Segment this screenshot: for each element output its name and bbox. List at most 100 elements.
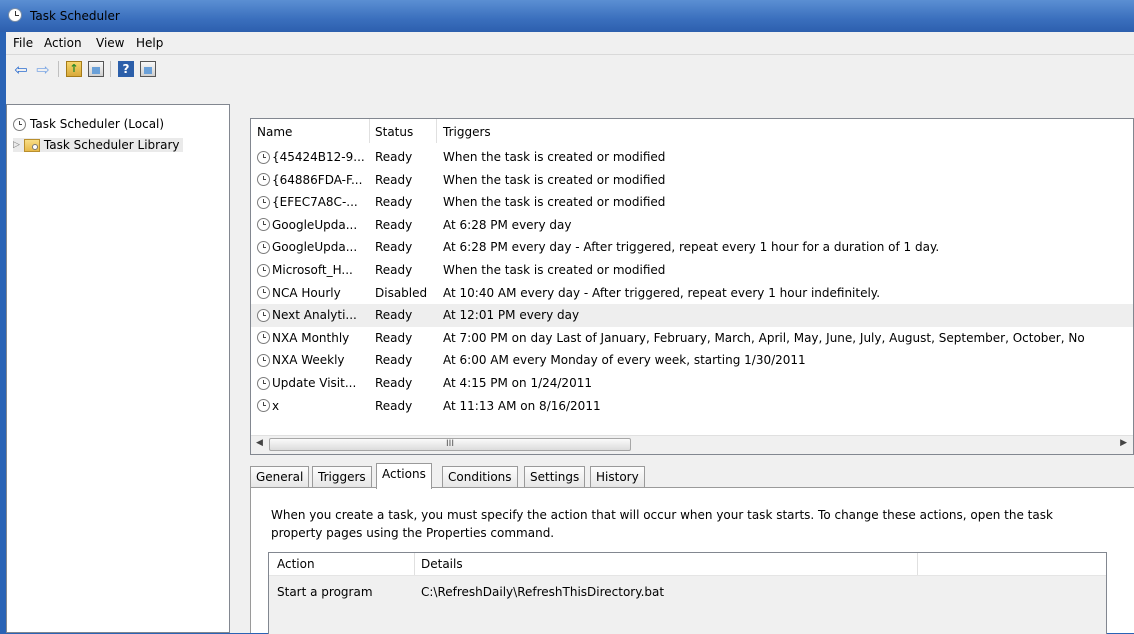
tab-general[interactable]: General [250,466,310,487]
table-row[interactable]: Update Visit... Ready At 4:15 PM on 1/24/2… [251,372,1133,395]
table-row[interactable]: NCA Hourly Disabled At 10:40 AM every day … [251,282,1133,305]
table-row[interactable]: {45424B12-9... Ready When the task is crea… [251,146,1133,169]
task-clock-icon [257,376,270,390]
table-row[interactable]: {EFEC7A8C-... Ready When the task is creat… [251,191,1133,214]
column-divider[interactable] [369,119,370,143]
table-row[interactable]: Next Analyti... Ready At 12:01 PM every da… [251,304,1133,328]
table-row[interactable]: Microsoft_H... Ready When the task is crea… [251,259,1133,282]
task-status: Ready [375,217,413,232]
task-trigger: When the task is created or modified [443,263,666,277]
table-row[interactable]: GoogleUpda... Ready At 6:28 PM every day [251,214,1133,237]
menu-file[interactable]: File [13,36,33,50]
task-trigger: At 6:00 AM every Monday of every week, s… [443,353,806,368]
actions-description: When you create a task, you must specify… [271,508,1053,540]
task-clock-icon [257,195,270,209]
back-button[interactable]: ⇦ [11,59,31,79]
task-name: NXA Weekly [272,353,345,368]
column-divider[interactable] [917,553,918,575]
table-row[interactable]: NXA Weekly Ready At 6:00 AM every Monday o… [251,349,1133,372]
expand-triangle-icon[interactable]: ▷ [13,140,20,150]
show-hide-console-tree-button[interactable] [86,59,106,79]
table-row[interactable]: Start a program C:\RefreshDaily\RefreshT… [269,576,1106,634]
task-trigger: At 4:15 PM on 1/24/2011 [443,376,592,390]
table-row[interactable]: {64886FDA-F... Ready When the task is crea… [251,169,1133,192]
horizontal-scrollbar[interactable]: ◀ III ▶ [251,435,1133,454]
task-status: Ready [375,376,413,390]
task-clock-icon [257,150,270,164]
actions-table: Action Details Start a program C:\Refres… [268,552,1107,634]
menu-action[interactable]: Action [44,36,82,50]
table-row[interactable]: NXA Monthly Ready At 7:00 PM on day Last o… [251,327,1133,350]
task-name-cell: Next Analyti... [257,308,357,322]
task-name: Update Visit... [272,376,357,390]
task-name: Microsoft_H... [272,263,353,277]
task-clock-icon [257,399,270,413]
task-clock-icon [257,308,270,322]
task-name: {64886FDA-F... [272,172,363,187]
task-status: Ready [375,195,413,210]
scroll-left-icon[interactable]: ◀ [256,438,263,448]
table-row[interactable]: x Ready At 11:13 AM on 8/16/2011 [251,395,1133,418]
toolbar: ⇦ ⇨ ↑ ? [6,55,1134,104]
clock-icon [13,117,26,131]
task-trigger: At 11:13 AM on 8/16/2011 [443,398,601,413]
task-name-cell: GoogleUpda... [257,218,357,232]
column-divider[interactable] [436,119,437,143]
task-name-cell: {64886FDA-F... [257,173,362,187]
scroll-thumb[interactable]: III [269,438,631,451]
scroll-right-icon[interactable]: ▶ [1120,438,1127,448]
task-clock-icon [257,218,270,232]
column-header-name[interactable]: Name [257,125,292,143]
task-name: GoogleUpda... [272,217,358,232]
tab-triggers[interactable]: Triggers [312,466,372,487]
task-status: Ready [375,240,413,255]
task-status: Ready [375,172,413,187]
show-hide-action-pane-button[interactable] [138,59,158,79]
forward-arrow-icon: ⇨ [36,59,50,79]
column-header-triggers[interactable]: Triggers [443,125,491,143]
actions-tab-page: When you create a task, you must specify… [250,487,1134,634]
up-folder-icon: ↑ [66,61,82,77]
toolbar-separator [58,61,59,77]
task-name-cell: GoogleUpda... [257,240,357,254]
help-icon: ? [118,61,134,77]
task-name-cell: NXA Weekly [257,353,345,367]
task-trigger: At 7:00 PM on day Last of January, Febru… [443,330,1085,345]
column-header-details[interactable]: Details [421,557,463,571]
task-name: {EFEC7A8C-... [272,195,358,210]
column-header-status[interactable]: Status [375,125,413,143]
task-trigger: At 10:40 AM every day - After triggered,… [443,285,881,300]
window-title: Task Scheduler [30,9,120,23]
tree-library-label: Task Scheduler Library [43,138,180,152]
action-type: Start a program [277,585,373,599]
table-row[interactable]: GoogleUpda... Ready At 6:28 PM every day -… [251,236,1133,259]
task-name: NXA Monthly [272,330,350,345]
task-trigger: At 12:01 PM every day [443,308,580,323]
task-trigger: When the task is created or modified [443,195,666,210]
task-name: x [272,398,280,413]
task-status: Ready [375,398,413,413]
action-pane-icon [140,61,156,77]
tab-conditions[interactable]: Conditions [442,466,518,487]
task-name: Next Analyti... [272,308,357,323]
up-one-level-button[interactable]: ↑ [64,59,84,79]
task-name-cell: NXA Monthly [257,331,349,345]
menu-view[interactable]: View [96,36,124,50]
task-trigger: At 6:28 PM every day [443,217,572,232]
tab-history[interactable]: History [590,466,645,487]
task-name-cell: NCA Hourly [257,286,341,300]
forward-button[interactable]: ⇨ [33,59,53,79]
help-button[interactable]: ? [116,59,136,79]
menu-help[interactable]: Help [136,36,163,50]
task-name-cell: {45424B12-9... [257,150,365,164]
tab-actions[interactable]: Actions [376,463,432,489]
column-header-action[interactable]: Action [277,557,315,571]
folder-clock-icon [23,138,40,152]
tab-settings[interactable]: Settings [524,466,586,487]
column-divider[interactable] [414,553,415,575]
task-name: {45424B12-9... [272,150,365,164]
task-name: GoogleUpda... [272,240,358,255]
tree-item-root[interactable]: Task Scheduler (Local) [13,117,164,131]
task-trigger: When the task is created or modified [443,150,666,164]
tree-item-library[interactable]: ▷ Task Scheduler Library [13,138,184,152]
